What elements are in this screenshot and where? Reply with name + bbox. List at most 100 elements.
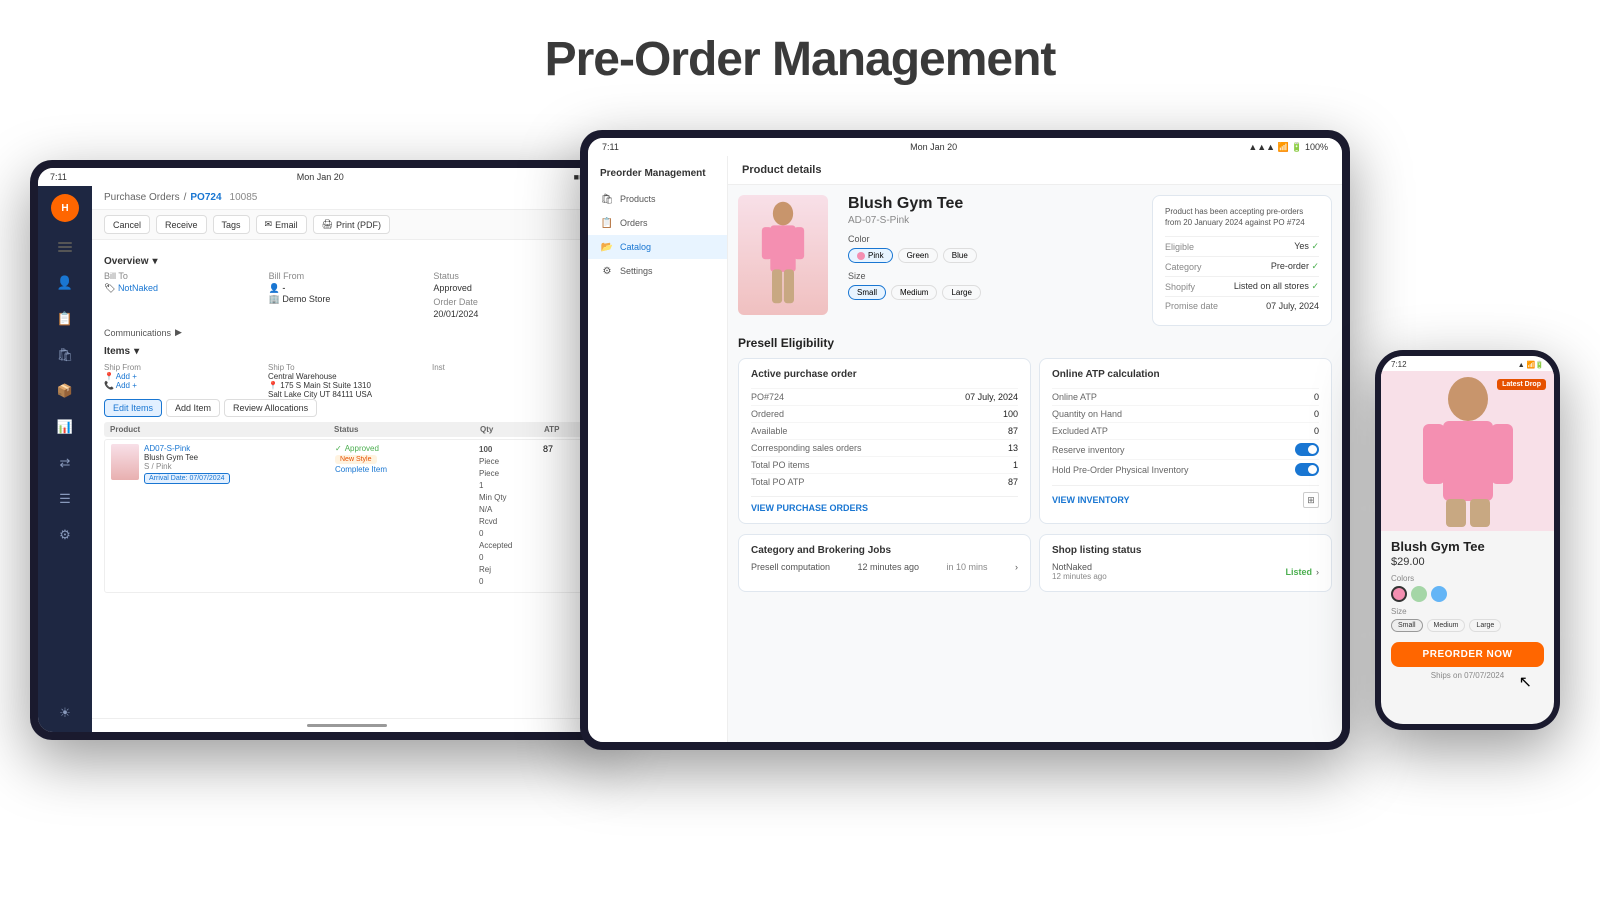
add-item-button[interactable]: Add Item <box>166 399 220 417</box>
reserve-row: Reserve inventory <box>1052 439 1319 459</box>
nav-products[interactable]: 🛍 Products <box>588 187 727 211</box>
preorder-now-button[interactable]: PREORDER NOW <box>1391 642 1544 667</box>
atp-card-footer: VIEW INVENTORY ⊞ <box>1052 485 1319 508</box>
shop-vendor-col: NotNaked 12 minutes ago <box>1052 562 1107 581</box>
ordered-row: Ordered 100 <box>751 405 1018 422</box>
complete-item-link[interactable]: Complete Item <box>335 465 387 474</box>
size-chips: Small Medium Large <box>848 285 1142 300</box>
color-chip-blue[interactable]: Blue <box>943 248 977 263</box>
tablet-left-sidebar: H 👤 📋 🛍 📦 📊 ⇄ ☰ ⚙ ☀ <box>38 186 92 732</box>
phone-product-name: Blush Gym Tee <box>1391 539 1544 554</box>
item-sku: AD07-S-Pink <box>144 444 230 453</box>
tablet-left: 7:11 Mon Jan 20 ■■■ H 👤 📋 🛍 📦 📊 ⇄ <box>30 160 610 740</box>
product-name: Blush Gym Tee <box>848 195 1142 213</box>
brokering-title: Category and Brokering Jobs <box>751 545 1018 556</box>
excluded-atp-val: 0 <box>1314 426 1319 436</box>
user-icon[interactable]: 👤 <box>54 272 76 294</box>
phone-color-pink[interactable] <box>1391 586 1407 602</box>
product-sku: AD-07-S-Pink <box>848 215 1142 226</box>
shop-listing-row: NotNaked 12 minutes ago Listed › <box>1052 562 1319 581</box>
nav-catalog[interactable]: 📂 Catalog <box>588 235 727 259</box>
settings2-icon[interactable]: ⚙ <box>54 524 76 546</box>
email-button[interactable]: ✉ Email <box>256 215 307 234</box>
reports-icon[interactable]: 📊 <box>54 416 76 438</box>
item-product: AD07-S-Pink Blush Gym Tee S / Pink Arriv… <box>111 444 331 486</box>
color-chip-pink[interactable]: Pink <box>848 248 893 263</box>
phone-size-small[interactable]: Small <box>1391 619 1423 632</box>
item-info: AD07-S-Pink Blush Gym Tee S / Pink Arriv… <box>144 444 230 486</box>
bill-to-col: Bill To 🏷 NotNaked <box>104 271 261 319</box>
presell-grid: Active purchase order PO#724 07 July, 20… <box>738 358 1332 524</box>
sales-orders-val: 13 <box>1008 443 1018 453</box>
receive-button[interactable]: Receive <box>156 215 207 234</box>
size-chip-small[interactable]: Small <box>848 285 886 300</box>
po-toolbar: Cancel Receive Tags ✉ Email 🖨 Print (PDF… <box>92 210 602 240</box>
category-check-icon: ✓ <box>1311 261 1319 271</box>
phone-size-medium[interactable]: Medium <box>1427 619 1466 632</box>
preorder-sidebar: Preorder Management 🛍 Products 📋 Orders … <box>588 156 728 742</box>
review-allocations-button[interactable]: Review Allocations <box>224 399 317 417</box>
tablet-right-signal: ▲▲▲ 📶 🔋 100% <box>1248 142 1328 153</box>
online-atp-row: Online ATP 0 <box>1052 388 1319 405</box>
phone-size-large[interactable]: Large <box>1469 619 1501 632</box>
print-button[interactable]: 🖨 Print (PDF) <box>313 215 390 234</box>
phone-size-label: Size <box>1391 607 1544 616</box>
phone-color-blue[interactable] <box>1431 586 1447 602</box>
orders-icon[interactable]: 📋 <box>54 308 76 330</box>
sun-icon[interactable]: ☀ <box>54 702 76 724</box>
shop-arrow-icon: › <box>1316 567 1319 577</box>
preorder-main: Product details <box>728 156 1342 742</box>
inst-col: Inst <box>432 363 590 399</box>
inventory-icon[interactable]: 📦 <box>54 380 76 402</box>
ship-to-city: Salt Lake City UT 84111 USA <box>268 390 426 399</box>
total-po-atp-val: 87 <box>1008 477 1018 487</box>
catalog-nav-label: Catalog <box>620 242 651 252</box>
ship-grid: Ship From 📍 Add + 📞 Add + Ship To Centra… <box>104 363 590 399</box>
tags-button[interactable]: Tags <box>213 215 250 234</box>
bill-to-val: NotNaked <box>118 283 158 293</box>
transfer-icon[interactable]: ⇄ <box>54 452 76 474</box>
tablet-right-screen: 7:11 Mon Jan 20 ▲▲▲ 📶 🔋 100% Preorder Ma… <box>588 138 1342 742</box>
items-row: AD07-S-Pink Blush Gym Tee S / Pink Arriv… <box>104 439 590 593</box>
size-chip-medium[interactable]: Medium <box>891 285 937 300</box>
cancel-button[interactable]: Cancel <box>104 215 150 234</box>
latest-drop-badge: Latest Drop <box>1497 379 1546 390</box>
products-nav-label: Products <box>620 194 656 204</box>
total-po-atp-row: Total PO ATP 87 <box>751 473 1018 490</box>
reserve-toggle[interactable] <box>1295 443 1319 456</box>
product-image <box>738 195 828 315</box>
hold-toggle[interactable] <box>1295 463 1319 476</box>
status-val: Approved <box>433 283 472 293</box>
total-po-items-row: Total PO items 1 <box>751 456 1018 473</box>
tablet-left-layout: H 👤 📋 🛍 📦 📊 ⇄ ☰ ⚙ ☀ <box>38 186 602 732</box>
size-chip-large[interactable]: Large <box>942 285 980 300</box>
qty-on-hand-val: 0 <box>1314 409 1319 419</box>
ships-on: Ships on 07/07/2024 <box>1391 671 1544 680</box>
add-ship-from-2[interactable]: 📞 Add + <box>104 381 262 390</box>
list-icon[interactable]: ☰ <box>54 488 76 510</box>
phone-colors-label: Colors <box>1391 574 1544 583</box>
phone-size-chips: Small Medium Large <box>1391 619 1544 632</box>
color-chip-green[interactable]: Green <box>898 248 938 263</box>
products-icon[interactable]: 🛍 <box>54 344 76 366</box>
po-card-footer: VIEW PURCHASE ORDERS <box>751 496 1018 513</box>
shopify-val: Listed on all stores ✓ <box>1234 281 1319 292</box>
ordered-val: 100 <box>1003 409 1018 419</box>
tablet-left-status-bar: 7:11 Mon Jan 20 ■■■ <box>38 168 602 186</box>
presell-computation-label: Presell computation <box>751 562 830 572</box>
nav-settings[interactable]: ⚙ Settings <box>588 259 727 283</box>
edit-items-button[interactable]: Edit Items <box>104 399 162 417</box>
tablet-right-layout: Preorder Management 🛍 Products 📋 Orders … <box>588 156 1342 742</box>
overview-grid: Bill To 🏷 NotNaked Bill From 👤 - 🏢 Demo … <box>104 271 590 319</box>
product-info-section: Blush Gym Tee AD-07-S-Pink Color Pink Gr… <box>848 195 1142 326</box>
tablet-right: 7:11 Mon Jan 20 ▲▲▲ 📶 🔋 100% Preorder Ma… <box>580 130 1350 750</box>
add-ship-from[interactable]: 📍 Add + <box>104 372 262 381</box>
view-inventory-link[interactable]: VIEW INVENTORY <box>1052 495 1130 505</box>
view-purchase-orders-link[interactable]: VIEW PURCHASE ORDERS <box>751 503 868 513</box>
menu-icon[interactable] <box>54 236 76 258</box>
new-style-badge: New Style <box>335 455 377 464</box>
breadcrumb: Purchase Orders / PO724 <box>104 192 222 203</box>
nav-orders[interactable]: 📋 Orders <box>588 211 727 235</box>
phone-color-green[interactable] <box>1411 586 1427 602</box>
purchase-orders-link[interactable]: Purchase Orders <box>104 192 180 203</box>
